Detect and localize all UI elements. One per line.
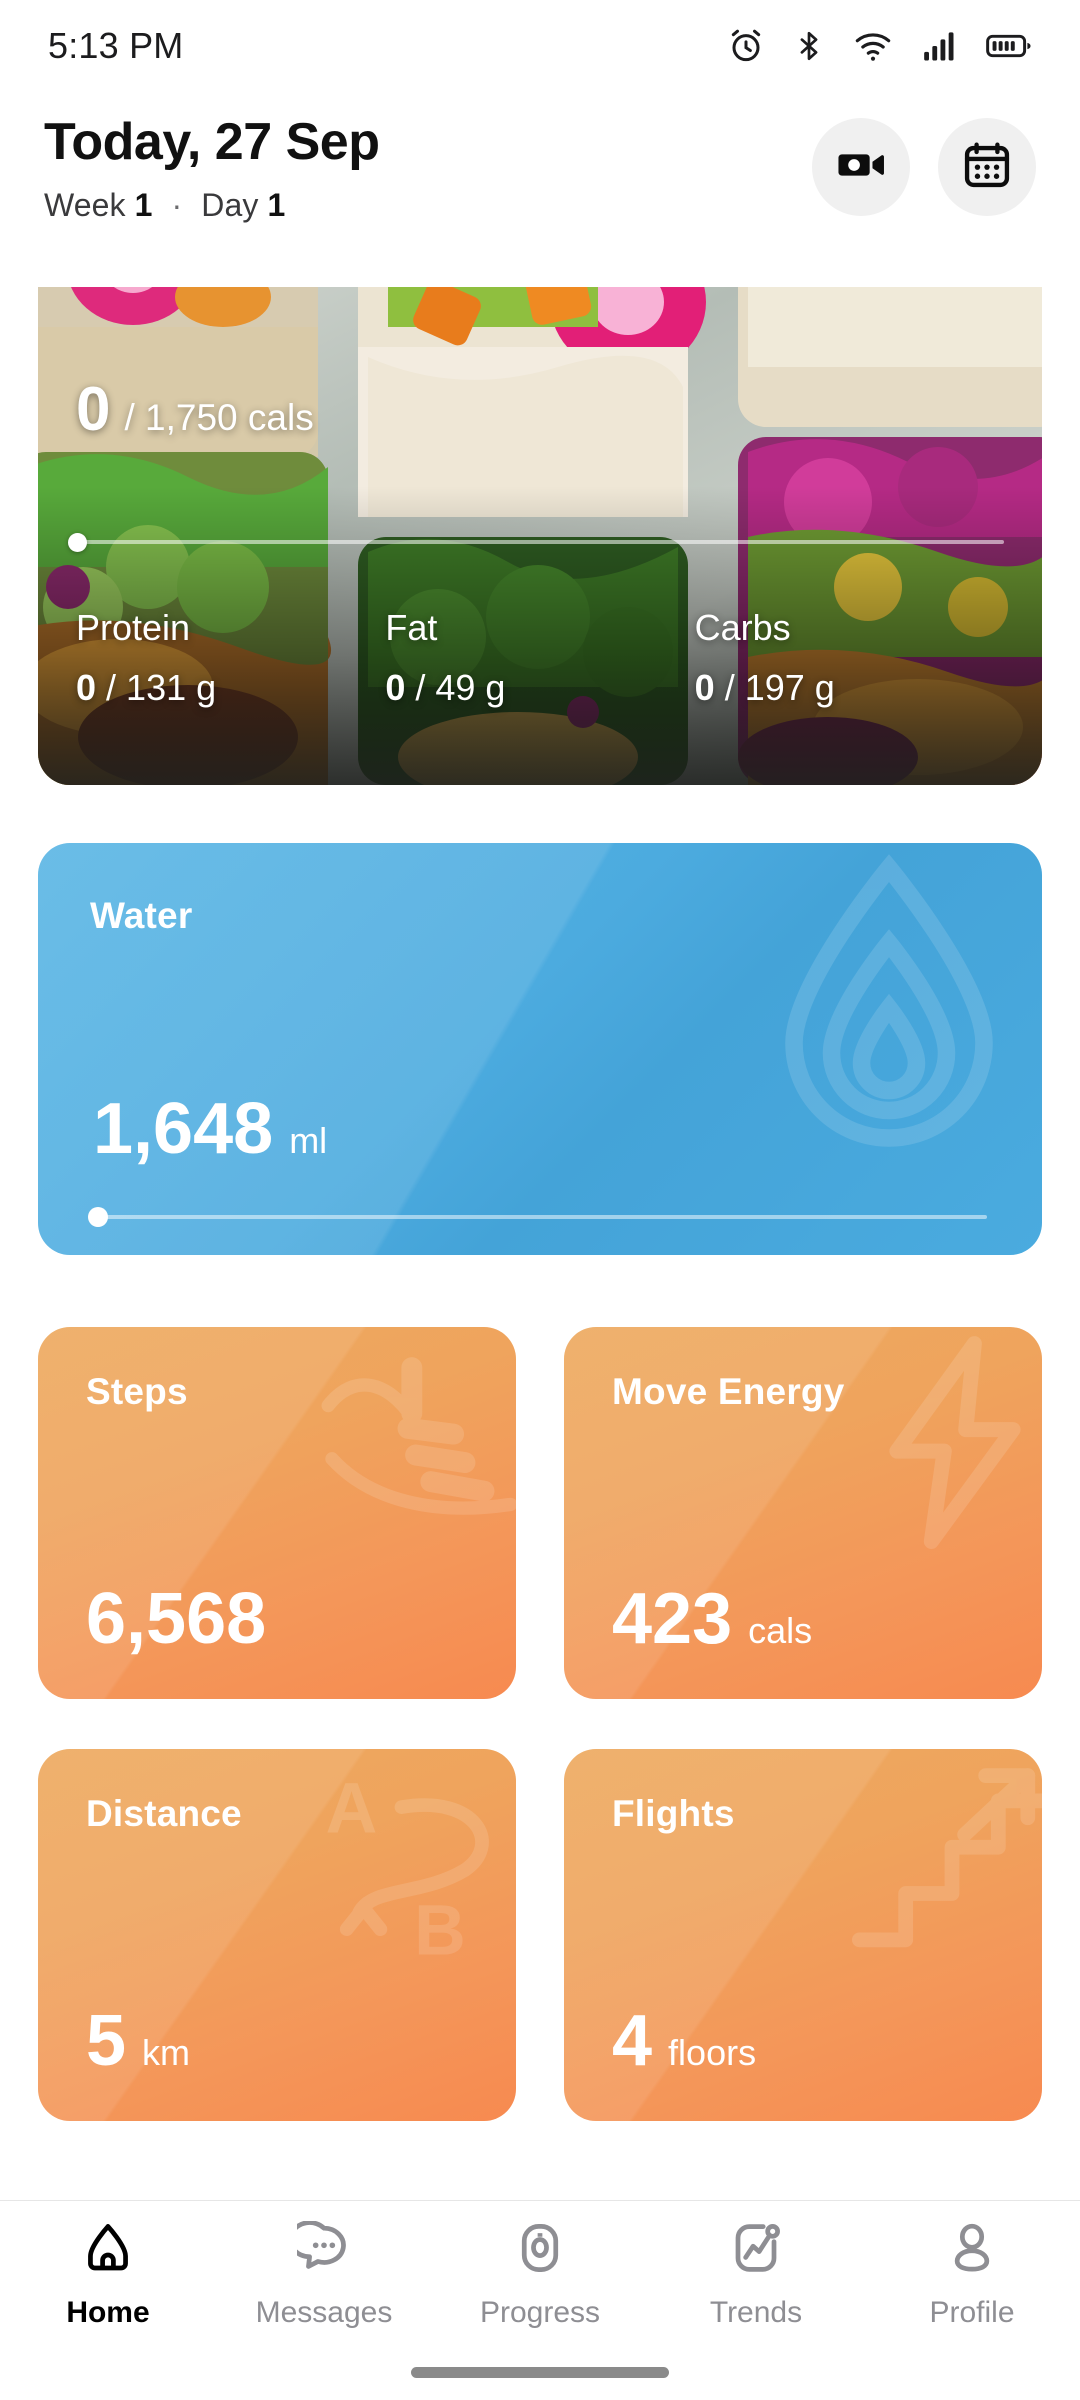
trend-chart-icon — [729, 2221, 783, 2280]
scroll-content[interactable]: 0 / 1,750 cals Protein 0 / 131 g Fat 0 /… — [0, 287, 1080, 2200]
calendar-button[interactable] — [938, 118, 1036, 216]
distance-unit: km — [142, 2032, 191, 2073]
scale-icon — [513, 2221, 567, 2280]
steps-card[interactable]: Steps 6,568 — [38, 1327, 516, 1699]
flights-label: Flights — [612, 1793, 735, 1834]
nav-label: Home — [66, 2295, 150, 2329]
flights-unit: floors — [668, 2032, 757, 2073]
move-energy-unit: cals — [748, 1610, 813, 1651]
macros-row: Protein 0 / 131 g Fat 0 / 49 g Carbs 0 /… — [76, 607, 1004, 709]
bluetooth-icon — [792, 26, 826, 66]
macro-label: Carbs — [694, 607, 791, 648]
nutrition-overlay: 0 / 1,750 cals Protein 0 / 131 g Fat 0 /… — [38, 287, 1042, 785]
flights-value-row: 4 floors — [612, 2005, 756, 2077]
water-label: Water — [90, 895, 193, 936]
macro-consumed: 0 — [694, 667, 715, 708]
macro-value: 0 / 131 g — [76, 667, 385, 709]
water-value-row: 1,648 ml — [93, 1093, 327, 1165]
wifi-icon — [852, 26, 894, 66]
svg-text:A: A — [326, 1768, 378, 1848]
water-progress-track[interactable] — [93, 1215, 987, 1219]
lightning-bolt-icon — [850, 1335, 1042, 1555]
page-title: Today, 27 Sep — [44, 113, 380, 171]
battery-icon — [986, 26, 1032, 66]
chat-bubble-icon — [287, 2219, 351, 2280]
nav-item-messages[interactable]: Messages — [216, 2201, 432, 2349]
nav-label: Messages — [255, 2295, 393, 2329]
page-header: Today, 27 Sep Week 1 · Day 1 — [0, 92, 1080, 287]
steps-value: 6,568 — [86, 1579, 267, 1659]
person-icon — [945, 2221, 999, 2280]
move-energy-value-row: 423 cals — [612, 1583, 812, 1655]
app-screen: 5:13 PM Today, 27 Sep Week 1 · Day 1 0 /… — [0, 0, 1080, 2400]
calorie-progress-knob[interactable] — [68, 533, 87, 552]
week-label: Week — [44, 187, 126, 224]
macro-label: Fat — [385, 607, 438, 648]
header-text-block: Today, 27 Sep Week 1 · Day 1 — [44, 92, 380, 224]
cellular-signal-icon — [920, 26, 960, 66]
distance-value: 5 — [86, 2001, 127, 2081]
day-value: 1 — [267, 187, 286, 224]
macro-consumed: 0 — [385, 667, 406, 708]
nav-item-profile[interactable]: Profile — [864, 2201, 1080, 2349]
nav-item-progress[interactable]: Progress — [432, 2201, 648, 2349]
macro-goal: / 197 g — [724, 667, 835, 708]
water-card[interactable]: Water 1,648 ml — [38, 843, 1042, 1255]
home-icon — [81, 2221, 135, 2280]
day-label: Day — [201, 187, 259, 224]
steps-label: Steps — [86, 1371, 188, 1412]
nav-item-trends[interactable]: Trends — [648, 2201, 864, 2349]
status-bar: 5:13 PM — [0, 0, 1080, 92]
water-drop-icon — [764, 853, 1014, 1158]
water-unit: ml — [289, 1120, 328, 1161]
video-camera-icon — [835, 139, 887, 196]
nav-item-home[interactable]: Home — [0, 2201, 216, 2349]
macro-carbs[interactable]: Carbs 0 / 197 g — [695, 607, 1004, 709]
status-icons — [726, 26, 1032, 66]
move-energy-label: Move Energy — [612, 1371, 845, 1412]
water-value: 1,648 — [93, 1089, 274, 1169]
bottom-navigation: Home Messages Progress Trends Profile — [0, 2200, 1080, 2400]
home-indicator — [411, 2367, 669, 2378]
move-energy-value: 423 — [612, 1579, 733, 1659]
macro-value: 0 / 197 g — [695, 667, 1004, 709]
stairs-arrow-icon — [842, 1763, 1042, 1968]
video-button[interactable] — [812, 118, 910, 216]
distance-label: Distance — [86, 1793, 242, 1834]
week-value: 1 — [134, 187, 153, 224]
flights-value: 4 — [612, 2001, 653, 2081]
calendar-icon — [961, 139, 1013, 196]
flights-card[interactable]: Flights 4 floors — [564, 1749, 1042, 2121]
nutrition-card[interactable]: 0 / 1,750 cals Protein 0 / 131 g Fat 0 /… — [38, 287, 1042, 785]
calorie-summary: 0 / 1,750 cals — [76, 379, 314, 441]
macro-label: Protein — [76, 607, 191, 648]
subtitle-separator: · — [171, 187, 183, 224]
svg-text:B: B — [414, 1890, 466, 1965]
macro-consumed: 0 — [76, 667, 97, 708]
water-progress-knob[interactable] — [88, 1207, 108, 1227]
status-time: 5:13 PM — [48, 25, 184, 66]
nav-label: Profile — [929, 2295, 1015, 2329]
running-shoe-icon — [312, 1341, 516, 1536]
nav-label: Progress — [479, 2295, 601, 2329]
distance-card[interactable]: A B Distance 5 km — [38, 1749, 516, 2121]
route-a-to-b-icon: A B — [315, 1765, 516, 1970]
alarm-icon — [726, 26, 766, 66]
macro-fat[interactable]: Fat 0 / 49 g — [385, 607, 694, 709]
steps-value-row: 6,568 — [86, 1583, 282, 1655]
week-day-subtitle: Week 1 · Day 1 — [44, 187, 379, 224]
calories-consumed: 0 — [76, 375, 111, 444]
macro-protein[interactable]: Protein 0 / 131 g — [76, 607, 385, 709]
macro-goal: / 131 g — [106, 667, 217, 708]
macro-value: 0 / 49 g — [385, 667, 694, 709]
macro-goal: / 49 g — [415, 667, 506, 708]
nav-label: Trends — [709, 2295, 803, 2329]
calories-goal: / 1,750 cals — [124, 397, 314, 438]
nav-items: Home Messages Progress Trends Profile — [0, 2201, 1080, 2349]
move-energy-card[interactable]: Move Energy 423 cals — [564, 1327, 1042, 1699]
calorie-progress-track[interactable] — [76, 540, 1004, 544]
distance-value-row: 5 km — [86, 2005, 190, 2077]
header-actions — [812, 92, 1036, 216]
